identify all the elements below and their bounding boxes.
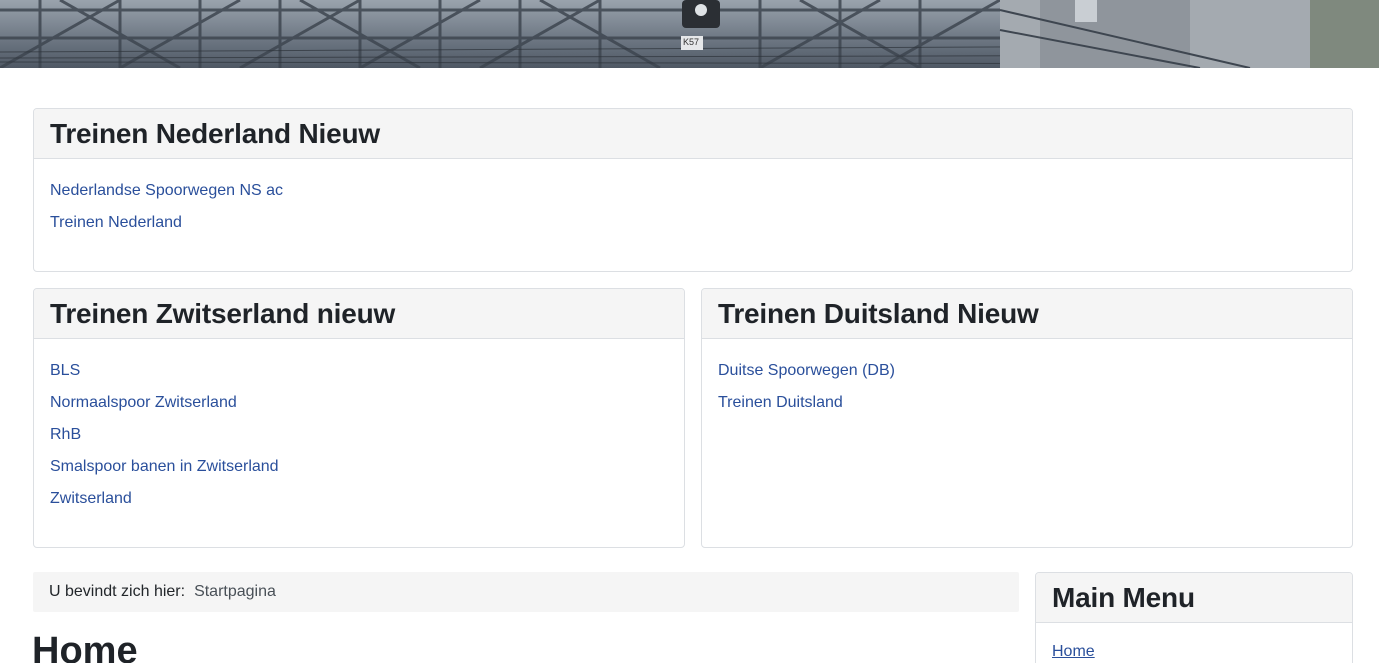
switzerland-card-title: Treinen Zwitserland nieuw [50,297,396,329]
page-title: Home [32,630,138,663]
netherlands-card-title: Treinen Nederland Nieuw [50,117,380,149]
link-duitse-spoorwegen[interactable]: Duitse Spoorwegen (DB) [718,355,1336,387]
netherlands-news-card: Treinen Nederland Nieuw Nederlandse Spoo… [33,108,1353,272]
switzerland-link-list: BLS Normaalspoor Zwitserland RhB Smalspo… [34,339,684,515]
link-rhb[interactable]: RhB [50,419,668,451]
banner-sign-text: K57 [683,37,700,47]
main-menu-list: Home [1036,623,1352,663]
main-menu-title: Main Menu [1052,581,1195,613]
netherlands-card-header: Treinen Nederland Nieuw [34,109,1352,159]
main-menu-header: Main Menu [1036,573,1352,623]
link-nederlandse-spoorwegen[interactable]: Nederlandse Spoorwegen NS ac [50,175,1336,207]
germany-link-list: Duitse Spoorwegen (DB) Treinen Duitsland [702,339,1352,419]
germany-news-card: Treinen Duitsland Nieuw Duitse Spoorwege… [701,288,1353,548]
link-treinen-duitsland[interactable]: Treinen Duitsland [718,387,1336,419]
banner-photo-illustration [0,0,1379,68]
switzerland-card-header: Treinen Zwitserland nieuw [34,289,684,339]
link-treinen-nederland[interactable]: Treinen Nederland [50,207,1336,239]
link-smalspoor-banen[interactable]: Smalspoor banen in Zwitserland [50,451,668,483]
header-banner-image: K57 [0,0,1379,68]
link-bls[interactable]: BLS [50,355,668,387]
menu-item-home[interactable]: Home [1052,641,1336,663]
main-menu-card: Main Menu Home [1035,572,1353,663]
link-normaalspoor-zwitserland[interactable]: Normaalspoor Zwitserland [50,387,668,419]
netherlands-link-list: Nederlandse Spoorwegen NS ac Treinen Ned… [34,159,1352,239]
switzerland-news-card: Treinen Zwitserland nieuw BLS Normaalspo… [33,288,685,548]
breadcrumb: U bevindt zich hier: Startpagina [33,572,1019,612]
breadcrumb-current: Startpagina [194,583,276,600]
breadcrumb-label: U bevindt zich hier: [49,583,186,600]
link-zwitserland[interactable]: Zwitserland [50,483,668,515]
germany-card-header: Treinen Duitsland Nieuw [702,289,1352,339]
germany-card-title: Treinen Duitsland Nieuw [718,297,1039,329]
